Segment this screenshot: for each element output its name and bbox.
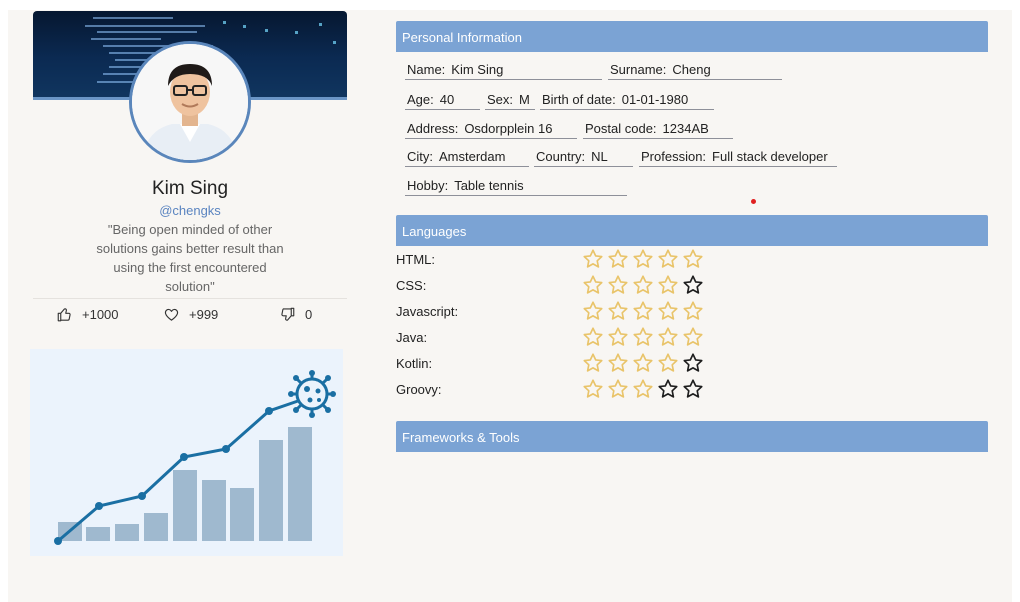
star-filled-icon[interactable] bbox=[657, 300, 679, 322]
star-filled-icon[interactable] bbox=[607, 274, 629, 296]
star-filled-icon[interactable] bbox=[657, 352, 679, 374]
sex-field[interactable]: Sex: M bbox=[485, 92, 535, 110]
red-dot-marker bbox=[751, 199, 756, 204]
profile-quote: "Being open minded of other solutions ga… bbox=[96, 222, 284, 294]
star-filled-icon[interactable] bbox=[607, 352, 629, 374]
address-field[interactable]: Address: Osdorpplein 16 bbox=[405, 121, 577, 139]
age-field[interactable]: Age: 40 bbox=[405, 92, 480, 110]
star-filled-icon[interactable] bbox=[682, 248, 704, 270]
star-filled-icon[interactable] bbox=[632, 300, 654, 322]
frameworks-header[interactable]: Frameworks & Tools bbox=[396, 421, 988, 452]
language-name: Groovy: bbox=[396, 382, 442, 397]
star-filled-icon[interactable] bbox=[657, 274, 679, 296]
star-rating[interactable] bbox=[582, 300, 707, 322]
star-empty-icon[interactable] bbox=[682, 352, 704, 374]
star-filled-icon[interactable] bbox=[607, 326, 629, 348]
star-filled-icon[interactable] bbox=[607, 378, 629, 400]
thumbs-down-icon bbox=[281, 307, 295, 321]
favorite-button[interactable]: +999 bbox=[164, 307, 218, 322]
heart-icon bbox=[164, 308, 179, 321]
name-field[interactable]: Name: Kim Sing bbox=[405, 62, 602, 80]
profession-field[interactable]: Profession: Full stack developer bbox=[639, 149, 837, 167]
dislike-button[interactable]: 0 bbox=[280, 307, 312, 322]
star-rating[interactable] bbox=[582, 326, 707, 348]
country-field[interactable]: Country: NL bbox=[534, 149, 633, 167]
surname-field[interactable]: Surname: Cheng bbox=[608, 62, 782, 80]
language-name: Javascript: bbox=[396, 304, 459, 319]
star-filled-icon[interactable] bbox=[632, 326, 654, 348]
like-button[interactable]: +1000 bbox=[57, 307, 119, 322]
illustration-bars bbox=[58, 427, 312, 541]
star-filled-icon[interactable] bbox=[582, 378, 604, 400]
star-filled-icon[interactable] bbox=[582, 326, 604, 348]
star-filled-icon[interactable] bbox=[582, 248, 604, 270]
star-filled-icon[interactable] bbox=[682, 326, 704, 348]
language-name: CSS: bbox=[396, 278, 427, 293]
favorites-count: +999 bbox=[189, 307, 219, 322]
dislikes-count: 0 bbox=[305, 307, 313, 322]
star-filled-icon[interactable] bbox=[632, 352, 654, 374]
birth-date-field[interactable]: Birth of date: 01-01-1980 bbox=[540, 92, 714, 110]
star-rating[interactable] bbox=[582, 352, 707, 374]
city-field[interactable]: City: Amsterdam bbox=[405, 149, 529, 167]
star-filled-icon[interactable] bbox=[632, 274, 654, 296]
star-filled-icon[interactable] bbox=[582, 352, 604, 374]
profile-name: Kim Sing bbox=[151, 178, 229, 199]
likes-count: +1000 bbox=[82, 307, 119, 322]
star-filled-icon[interactable] bbox=[582, 274, 604, 296]
star-filled-icon[interactable] bbox=[607, 300, 629, 322]
profile-card: Kim Sing @chengks "Being open minded of … bbox=[33, 11, 347, 322]
star-filled-icon[interactable] bbox=[632, 378, 654, 400]
star-empty-icon[interactable] bbox=[682, 378, 704, 400]
hobby-field[interactable]: Hobby: Table tennis bbox=[405, 178, 627, 196]
language-name: Java: bbox=[396, 330, 428, 345]
star-filled-icon[interactable] bbox=[657, 248, 679, 270]
star-filled-icon[interactable] bbox=[632, 248, 654, 270]
star-rating[interactable] bbox=[582, 274, 707, 296]
languages-header: Languages bbox=[396, 215, 988, 246]
star-empty-icon[interactable] bbox=[682, 274, 704, 296]
star-filled-icon[interactable] bbox=[607, 248, 629, 270]
profile-handle-link[interactable]: @chengks bbox=[33, 203, 347, 218]
growth-illustration bbox=[30, 349, 343, 556]
star-empty-icon[interactable] bbox=[657, 378, 679, 400]
language-name: Kotlin: bbox=[396, 356, 433, 371]
star-filled-icon[interactable] bbox=[582, 300, 604, 322]
thumbs-up-icon bbox=[57, 308, 71, 322]
divider bbox=[33, 298, 347, 299]
postal-code-field[interactable]: Postal code: 1234AB bbox=[583, 121, 733, 139]
avatar bbox=[129, 41, 251, 163]
star-rating[interactable] bbox=[582, 378, 707, 400]
star-rating[interactable] bbox=[582, 248, 707, 270]
profile-stats: +1000 +999 0 bbox=[33, 307, 347, 329]
personal-info-header: Personal Information bbox=[396, 21, 988, 52]
star-filled-icon[interactable] bbox=[682, 300, 704, 322]
language-name: HTML: bbox=[396, 252, 435, 267]
star-filled-icon[interactable] bbox=[657, 326, 679, 348]
